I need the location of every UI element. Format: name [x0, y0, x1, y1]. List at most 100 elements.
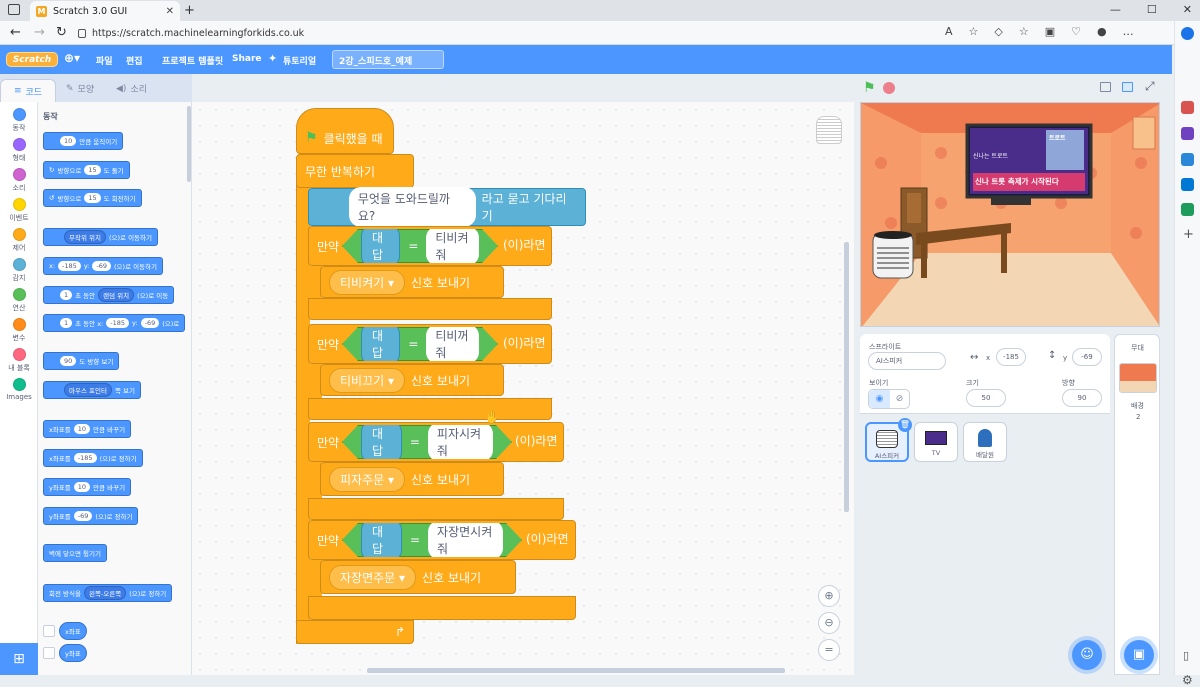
condition-value-input[interactable]: 자장면시켜줘: [428, 520, 503, 560]
menu-templates[interactable]: 프로젝트 템플릿: [162, 54, 223, 67]
tab-actions-icon[interactable]: [8, 4, 20, 15]
zoom-reset-button[interactable]: =: [818, 639, 840, 661]
block-change-y[interactable]: y좌표를 10 만큼 바꾸기: [43, 478, 132, 496]
block-input[interactable]: -69: [92, 261, 112, 271]
split-screen-icon[interactable]: ▯: [1183, 649, 1189, 662]
broadcast-block-1[interactable]: 티비켜기 ▾ 신호 보내기: [320, 266, 504, 298]
category-images[interactable]: Images: [0, 378, 38, 401]
tools-icon[interactable]: [1181, 127, 1194, 140]
equals-operator-4[interactable]: 대답 = 자장면시켜줘: [342, 523, 522, 557]
read-aloud-icon[interactable]: A: [945, 25, 953, 38]
category-sound[interactable]: 소리: [0, 168, 38, 193]
ask-and-wait-block[interactable]: 무엇을 도와드릴까요? 라고 묻고 기다리기: [308, 187, 586, 227]
refresh-icon[interactable]: ↻: [56, 25, 67, 40]
workspace-horizontal-scrollbar[interactable]: [367, 668, 785, 673]
block-input[interactable]: -185: [73, 453, 97, 463]
workspace-vertical-scrollbar[interactable]: [844, 242, 849, 512]
answer-reporter[interactable]: 대답: [361, 322, 400, 366]
show-eye-icon[interactable]: ◉: [869, 390, 890, 408]
category-events[interactable]: 이벤트: [0, 198, 38, 223]
menu-edit[interactable]: 편집: [126, 54, 143, 67]
browser-tab[interactable]: M Scratch 3.0 GUI ✕: [30, 1, 180, 21]
broadcast-message-dropdown[interactable]: 피자주문 ▾: [329, 466, 406, 492]
choose-backdrop-button[interactable]: ▣: [1124, 640, 1154, 670]
settings-gear-icon[interactable]: ⚙: [1182, 673, 1193, 687]
add-icon[interactable]: +: [1183, 227, 1194, 242]
block-goto-xy[interactable]: x: -185 y: -69 (으)로 이동하기: [43, 257, 164, 275]
close-window-icon[interactable]: ✕: [1183, 3, 1192, 16]
sprite-direction-input[interactable]: 90: [1062, 389, 1102, 407]
block-input[interactable]: 1: [60, 318, 73, 328]
category-sensing[interactable]: 감지: [0, 258, 38, 283]
ask-question-input[interactable]: 무엇을 도와드릴까요?: [348, 187, 476, 227]
block-set-x[interactable]: x좌표를 -185 (으)로 정하기: [43, 449, 143, 467]
block-point-direction[interactable]: 90 도 방향 보기: [43, 352, 120, 370]
stage-selector[interactable]: 무대 배경 2: [1114, 334, 1160, 675]
forever-block[interactable]: 무한 반복하기: [296, 154, 414, 188]
collections-icon[interactable]: ▣: [1045, 25, 1055, 38]
condition-value-input[interactable]: 티비꺼줘: [426, 324, 479, 364]
small-stage-icon[interactable]: [1100, 82, 1111, 92]
answer-reporter[interactable]: 대답: [361, 518, 402, 562]
more-icon[interactable]: …: [1123, 25, 1134, 38]
maximize-icon[interactable]: ☐: [1147, 3, 1157, 16]
outlook-icon[interactable]: [1181, 178, 1194, 191]
block-glide-xy[interactable]: 1초 동안 x: -185 y: -69 (으)로: [43, 314, 186, 332]
delete-sprite-icon[interactable]: 🗑: [898, 418, 912, 432]
block-input[interactable]: -185: [58, 261, 81, 271]
zoom-out-button[interactable]: ⊖: [818, 612, 840, 634]
hide-eye-icon[interactable]: ⊘: [890, 390, 909, 408]
minimize-icon[interactable]: —: [1110, 3, 1121, 16]
block-turn-left[interactable]: ↺ 방향으로 15 도 회전하기: [43, 189, 142, 207]
broadcast-message-dropdown[interactable]: 티비끄기 ▾: [329, 367, 406, 393]
palette-scrollbar[interactable]: [187, 106, 191, 182]
block-dropdown[interactable]: 랜덤 위치: [98, 288, 135, 302]
block-dropdown[interactable]: 마우스 포인터: [64, 383, 112, 397]
sprite-thumb-tv[interactable]: TV: [914, 422, 958, 462]
broadcast-block-4[interactable]: 자장면주문 ▾ 신호 보내기: [320, 560, 516, 594]
favorite-star-icon[interactable]: ☆: [969, 25, 979, 38]
large-stage-icon[interactable]: [1122, 82, 1133, 92]
block-input[interactable]: 10: [73, 482, 91, 492]
answer-reporter[interactable]: 대답: [361, 420, 402, 464]
broadcast-block-3[interactable]: 피자주문 ▾ 신호 보내기: [320, 462, 504, 496]
block-input[interactable]: 10: [73, 424, 91, 434]
block-input[interactable]: 90: [60, 356, 77, 366]
shopping-icon[interactable]: [1181, 101, 1194, 114]
broadcast-block-2[interactable]: 티비끄기 ▾ 신호 보내기: [320, 364, 504, 396]
choose-sprite-button[interactable]: ☺: [1072, 640, 1102, 670]
fullscreen-icon[interactable]: ⤢: [1145, 79, 1155, 94]
block-set-y[interactable]: y좌표를 -69 (으)로 정하기: [43, 507, 139, 525]
forward-icon[interactable]: →: [34, 25, 45, 40]
sprite-size-input[interactable]: 50: [966, 389, 1006, 407]
block-input[interactable]: 15: [84, 165, 101, 175]
tab-costumes[interactable]: ✎ 모양: [66, 82, 94, 96]
block-input[interactable]: -185: [106, 318, 130, 328]
condition-value-input[interactable]: 피자시켜줘: [428, 422, 493, 462]
broadcast-message-dropdown[interactable]: 자장면주문 ▾: [329, 564, 417, 590]
stop-button[interactable]: [883, 82, 895, 94]
stage-canvas[interactable]: 트로트 신나는 트로트 신나 트롯 축제가 시작된다: [860, 102, 1160, 327]
green-flag-button[interactable]: ⚑: [863, 80, 876, 96]
zoom-in-button[interactable]: ⊕: [818, 585, 840, 607]
when-flag-clicked-hat[interactable]: ⚑ 클릭했을 때: [296, 108, 394, 154]
menu-tutorials[interactable]: 튜토리얼: [283, 54, 316, 67]
checkbox-y[interactable]: [43, 647, 55, 659]
add-extension-button[interactable]: ⊞: [0, 643, 38, 675]
sprite-name-input[interactable]: AI스피커: [868, 352, 946, 370]
sprite-y-input[interactable]: -69: [1072, 348, 1102, 366]
reporter-x-position[interactable]: x좌표: [59, 622, 87, 640]
category-operators[interactable]: 연산: [0, 288, 38, 313]
block-glide-random[interactable]: 1초 동안 랜덤 위치 (으)로 이동: [43, 286, 175, 304]
project-title-input[interactable]: 2강_스피드호_예제: [332, 50, 444, 69]
sprite-x-input[interactable]: -185: [996, 348, 1026, 366]
answer-reporter[interactable]: 대답: [361, 224, 400, 268]
category-my-blocks[interactable]: 내 블록: [0, 348, 38, 373]
category-looks[interactable]: 형태: [0, 138, 38, 163]
office-icon[interactable]: [1181, 203, 1194, 216]
back-icon[interactable]: ←: [10, 25, 21, 40]
close-tab-icon[interactable]: ✕: [166, 6, 174, 17]
equals-operator-1[interactable]: 대답 = 티비켜줘: [342, 229, 498, 263]
block-dropdown[interactable]: 왼쪽-오른쪽: [83, 586, 127, 600]
block-rotation-style[interactable]: 회전 방식을 왼쪽-오른쪽 (으)로 정하기: [43, 584, 173, 602]
